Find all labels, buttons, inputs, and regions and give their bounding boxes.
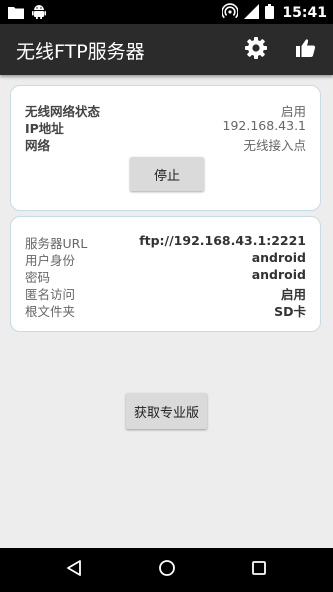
anonymous-access-row: 匿名访问 启用 — [25, 284, 306, 302]
status-bar: 15:41 — [0, 0, 333, 24]
ip-address-row: IP地址 192.168.43.1 — [25, 118, 306, 136]
android-icon — [32, 4, 46, 23]
recents-icon — [251, 560, 267, 580]
recents-button[interactable] — [246, 557, 272, 583]
network-value: 无线接入点 — [243, 138, 306, 153]
hotspot-icon — [221, 3, 240, 23]
battery-icon — [265, 3, 275, 23]
server-info-card: 服务器URL ftp://192.168.43.1:2221 用户身份 andr… — [10, 216, 321, 332]
user-id-row: 用户身份 android — [25, 250, 306, 268]
settings-button[interactable] — [242, 36, 270, 64]
navigation-bar — [0, 548, 333, 592]
password-row: 密码 android — [25, 267, 306, 285]
gear-icon — [245, 37, 267, 63]
back-button[interactable] — [61, 557, 87, 583]
server-url-value: ftp://192.168.43.1:2221 — [139, 233, 306, 248]
root-folder-label: 根文件夹 — [25, 304, 76, 319]
home-icon — [158, 559, 176, 581]
ip-address-value: 192.168.43.1 — [222, 118, 307, 133]
network-label: 网络 — [25, 138, 51, 153]
root-folder-row: 根文件夹 SD卡 — [25, 301, 306, 319]
get-pro-button[interactable]: 获取专业版 — [126, 393, 207, 429]
stop-button[interactable]: 停止 — [130, 157, 204, 191]
app-title: 无线FTP服务器 — [16, 41, 145, 63]
wifi-status-card: 无线网络状态 启用 IP地址 192.168.43.1 网络 无线接入点 停止 — [10, 85, 321, 211]
app-bar: 无线FTP服务器 — [0, 24, 333, 75]
root-folder-value: SD卡 — [274, 304, 306, 319]
wifi-state-row: 无线网络状态 启用 — [25, 101, 306, 119]
status-time: 15:41 — [282, 5, 327, 21]
user-id-value: android — [251, 250, 306, 265]
back-icon — [65, 559, 83, 581]
thumbs-up-icon — [296, 38, 316, 62]
like-button[interactable] — [292, 36, 320, 64]
network-row: 网络 无线接入点 — [25, 135, 306, 153]
signal-icon — [244, 3, 260, 23]
server-url-row: 服务器URL ftp://192.168.43.1:2221 — [25, 233, 306, 251]
password-value: android — [251, 267, 306, 282]
folder-icon — [8, 4, 24, 23]
home-button[interactable] — [154, 557, 180, 583]
